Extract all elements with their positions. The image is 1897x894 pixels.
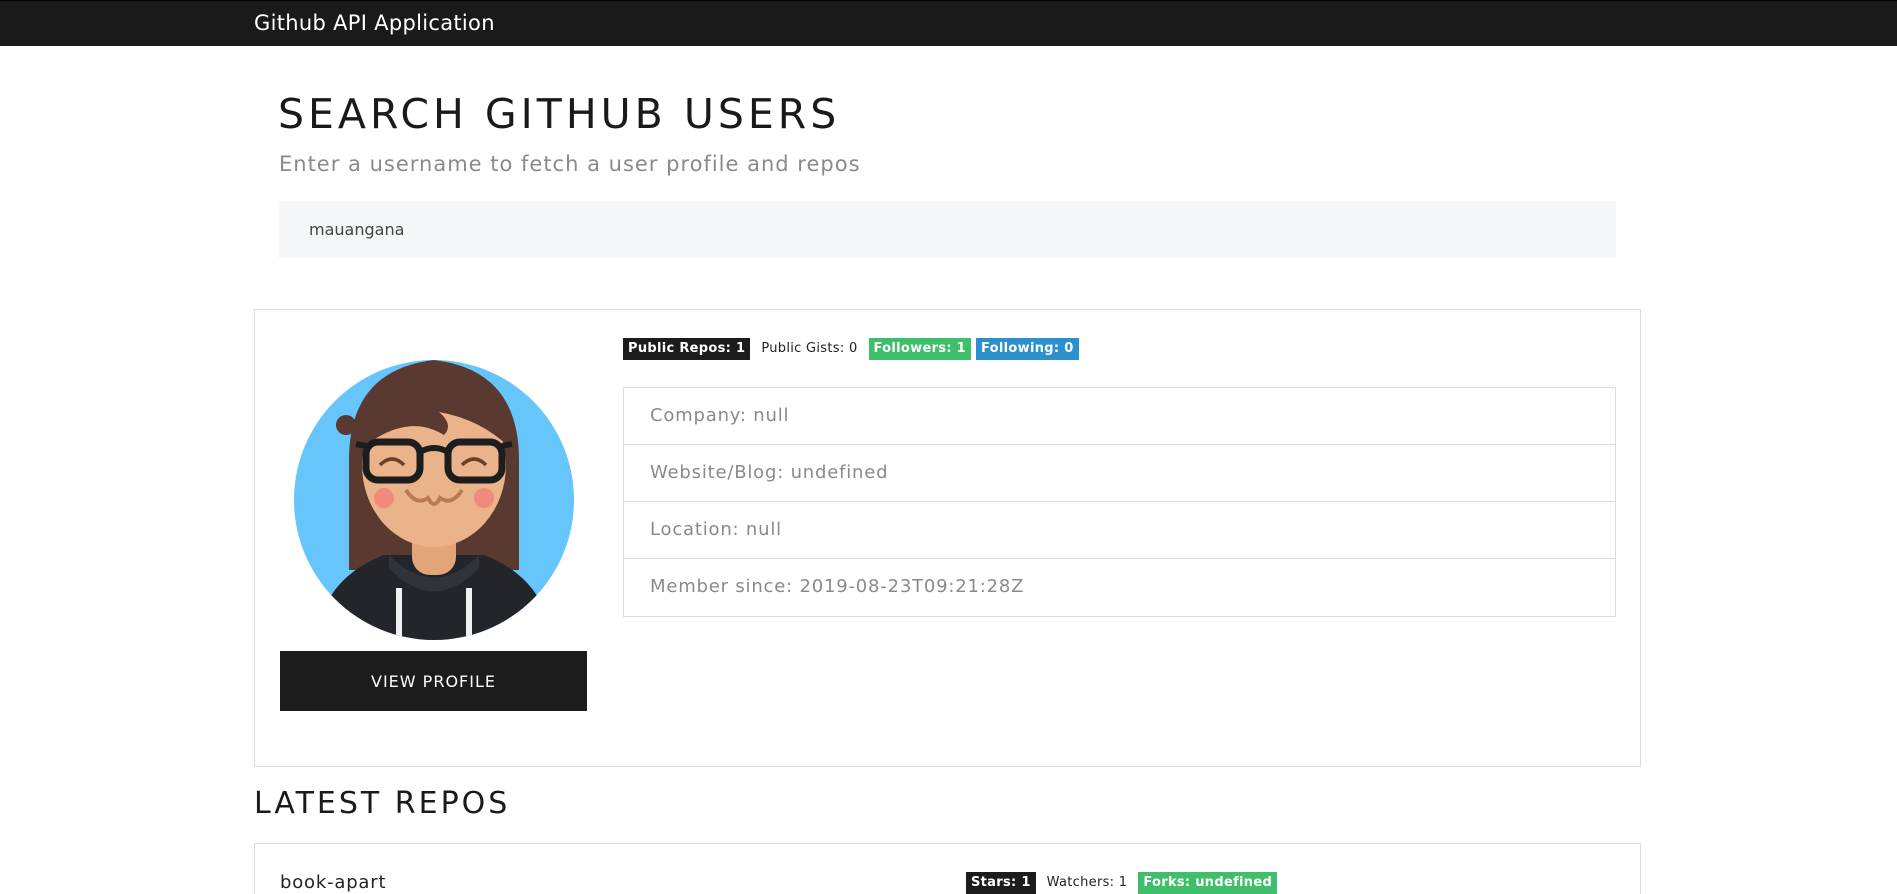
repo-name-link[interactable]: book-apart <box>280 872 386 893</box>
watchers-badge: Watchers: 1 <box>1046 875 1128 890</box>
member-since-info: Member since: 2019-08-23T09:21:28Z <box>650 576 1025 597</box>
profile-stats: Public Repos: 1 Public Gists: 0 Follower… <box>623 338 1079 360</box>
repo-card: book-apart Stars: 1 Watchers: 1 Forks: u… <box>254 843 1641 894</box>
view-profile-button[interactable]: VIEW PROFILE <box>280 651 587 711</box>
brand-link[interactable]: Github API Application <box>254 11 495 35</box>
company-info: Company: null <box>624 388 1615 445</box>
profile-card: VIEW PROFILE Public Repos: 1 Public Gist… <box>254 309 1641 767</box>
public-gists-badge: Public Gists: 0 <box>761 341 858 356</box>
website-info: Website/Blog: undefined <box>624 445 1615 502</box>
forks-badge: Forks: undefined <box>1138 872 1278 894</box>
search-input[interactable] <box>279 201 1616 258</box>
stars-badge: Stars: 1 <box>966 872 1036 894</box>
page-title: SEARCH GITHUB USERS <box>278 90 841 138</box>
repo-stats: Stars: 1 Watchers: 1 Forks: undefined <box>966 872 1278 894</box>
following-badge: Following: 0 <box>976 338 1079 360</box>
location-info: Location: null <box>624 502 1615 559</box>
navbar: Github API Application <box>0 0 1897 46</box>
latest-repos-heading: LATEST REPOS <box>254 786 511 821</box>
followers-badge: Followers: 1 <box>868 338 972 360</box>
page-subtitle: Enter a username to fetch a user profile… <box>279 152 861 176</box>
public-repos-badge: Public Repos: 1 <box>623 338 751 360</box>
avatar <box>294 360 574 640</box>
profile-info-list: Company: null Website/Blog: undefined Lo… <box>623 387 1616 617</box>
